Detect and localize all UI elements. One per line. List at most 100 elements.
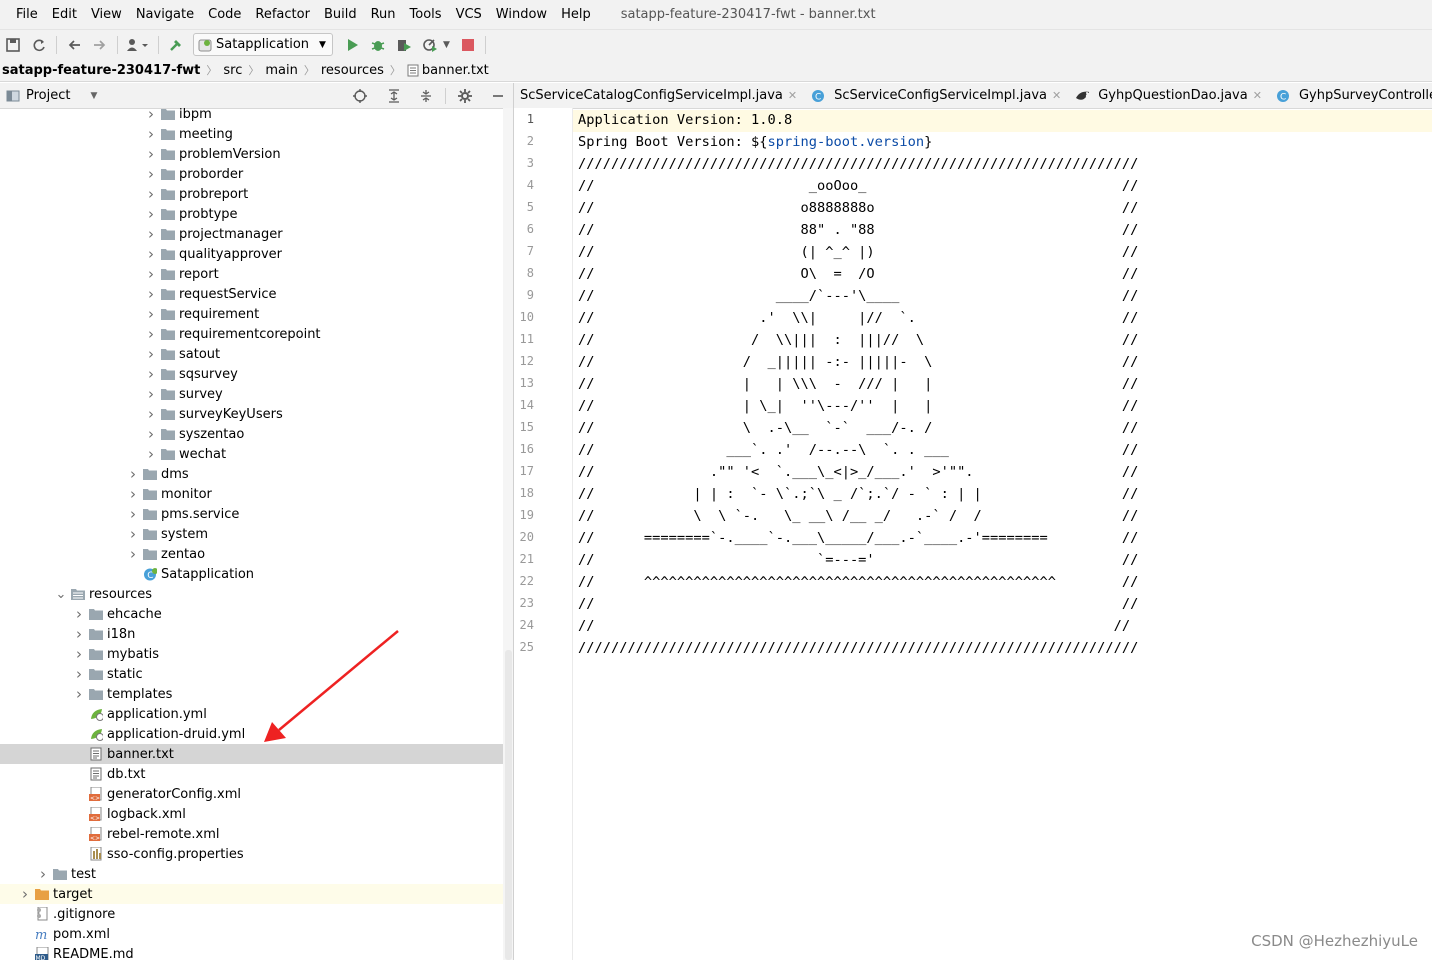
menu-code[interactable]: Code [200,0,247,29]
save-all-icon[interactable] [0,32,26,58]
chevron-right-icon[interactable]: › [145,265,157,283]
tree-item-proborder[interactable]: › proborder [0,164,503,184]
build-hammer-icon[interactable] [163,32,189,58]
run-with-coverage-icon[interactable] [391,32,417,58]
tree-item-sqsurvey[interactable]: › sqsurvey [0,364,503,384]
locate-file-icon[interactable] [352,88,368,104]
tree-item-syszentao[interactable]: › syszentao [0,424,503,444]
tree-item-readme-md[interactable]: MD README.md [0,944,503,960]
editor-tab[interactable]: CGyhpSurveyController.java✕ [1270,83,1432,108]
sync-icon[interactable] [26,32,52,58]
tree-item-db-txt[interactable]: db.txt [0,764,503,784]
chevron-right-icon[interactable]: › [73,625,85,643]
tree-item-requirementcorepoint[interactable]: › requirementcorepoint [0,324,503,344]
menu-view[interactable]: View [83,0,128,29]
chevron-right-icon[interactable]: › [145,345,157,363]
tree-item-logback-xml[interactable]: <> logback.xml [0,804,503,824]
chevron-right-icon[interactable]: › [145,385,157,403]
menu-vcs[interactable]: VCS [448,0,488,29]
tree-item-requestservice[interactable]: › requestService [0,284,503,304]
tree-item-i18n[interactable]: › i18n [0,624,503,644]
tree-item-generatorconfig-xml[interactable]: <> generatorConfig.xml [0,784,503,804]
close-tab-icon[interactable]: ✕ [788,89,797,102]
close-tab-icon[interactable]: ✕ [1052,89,1061,102]
chevron-right-icon[interactable]: › [145,165,157,183]
chevron-right-icon[interactable]: › [145,285,157,303]
tree-item-monitor[interactable]: › monitor [0,484,503,504]
menu-tools[interactable]: Tools [402,0,448,29]
tree-item-sso-config-properties[interactable]: sso-config.properties [0,844,503,864]
tree-item-problemversion[interactable]: › problemVersion [0,144,503,164]
tree-item-ehcache[interactable]: › ehcache [0,604,503,624]
chevron-right-icon[interactable]: › [127,525,139,543]
tree-item-ibpm[interactable]: › ibpm [0,108,503,124]
breadcrumb-project[interactable]: satapp-feature-230417-fwt [0,63,206,78]
editor-tab[interactable]: GyhpQuestionDao.java ✕ [1069,83,1270,108]
menu-window[interactable]: Window [488,0,553,29]
menu-navigate[interactable]: Navigate [128,0,200,29]
chevron-right-icon[interactable]: › [145,185,157,203]
menu-run[interactable]: Run [363,0,402,29]
menu-refactor[interactable]: Refactor [247,0,316,29]
chevron-right-icon[interactable]: › [37,865,49,883]
chevron-right-icon[interactable]: › [145,108,157,123]
breadcrumb-resources[interactable]: resources [315,63,390,78]
close-tab-icon[interactable]: ✕ [1253,89,1262,102]
menu-edit[interactable]: Edit [44,0,83,29]
editor-content[interactable]: Application Version: 1.0.8 Spring Boot Ve… [573,108,1432,960]
tree-item-resources[interactable]: ⌄ resources [0,584,503,604]
tree-item-target[interactable]: › target [0,884,503,904]
tree-item-gitignore[interactable]: .gitignore [0,904,503,924]
tree-item-probtype[interactable]: › probtype [0,204,503,224]
run-configuration-select[interactable]: Satapplication ▼ [193,33,333,56]
tree-item-static[interactable]: › static [0,664,503,684]
tree-item-wechat[interactable]: › wechat [0,444,503,464]
user-dropdown-icon[interactable] [122,32,154,58]
chevron-right-icon[interactable]: › [145,125,157,143]
breadcrumb-src[interactable]: src [217,63,248,78]
chevron-right-icon[interactable]: › [127,545,139,563]
chevron-right-icon[interactable]: › [145,225,157,243]
tree-item-rebel-remote-xml[interactable]: <> rebel-remote.xml [0,824,503,844]
tree-item-qualityapprover[interactable]: › qualityapprover [0,244,503,264]
menu-build[interactable]: Build [316,0,363,29]
profile-icon[interactable] [417,32,443,58]
tree-item-requirement[interactable]: › requirement [0,304,503,324]
tree-item-templates[interactable]: › templates [0,684,503,704]
stop-icon[interactable] [455,32,481,58]
chevron-right-icon[interactable]: › [145,145,157,163]
chevron-right-icon[interactable]: › [145,245,157,263]
chevron-right-icon[interactable]: › [73,685,85,703]
tree-item-dms[interactable]: › dms [0,464,503,484]
chevron-right-icon[interactable]: › [73,665,85,683]
expand-all-icon[interactable] [386,88,402,104]
gear-icon[interactable] [457,88,473,104]
menu-help[interactable]: Help [553,0,597,29]
tree-item-application-yml[interactable]: application.yml [0,704,503,724]
chevron-down-icon[interactable]: ▼ [443,40,455,50]
chevron-right-icon[interactable]: › [145,365,157,383]
chevron-down-icon[interactable]: ⌄ [55,587,67,602]
hide-panel-icon[interactable] [491,89,505,103]
tree-item-probreport[interactable]: › probreport [0,184,503,204]
tree-item-pms-service[interactable]: › pms.service [0,504,503,524]
chevron-right-icon[interactable]: › [145,425,157,443]
menu-file[interactable]: File [0,0,44,29]
chevron-right-icon[interactable]: › [127,465,139,483]
chevron-right-icon[interactable]: › [127,485,139,503]
chevron-right-icon[interactable]: › [73,605,85,623]
chevron-right-icon[interactable]: › [145,305,157,323]
editor-tab[interactable]: ScServiceCatalogConfigServiceImpl.java ✕ [514,83,805,108]
tree-item-meeting[interactable]: › meeting [0,124,503,144]
chevron-right-icon[interactable]: › [145,325,157,343]
project-view-selector[interactable]: Project ▼ [6,88,97,103]
chevron-right-icon[interactable]: › [73,645,85,663]
tree-item-projectmanager[interactable]: › projectmanager [0,224,503,244]
chevron-right-icon[interactable]: › [145,205,157,223]
run-icon[interactable] [339,32,365,58]
forward-icon[interactable] [87,32,113,58]
tree-item-satout[interactable]: › satout [0,344,503,364]
tree-item-test[interactable]: › test [0,864,503,884]
tree-item-mybatis[interactable]: › mybatis [0,644,503,664]
editor-tab[interactable]: C ScServiceConfigServiceImpl.java ✕ [805,83,1069,108]
